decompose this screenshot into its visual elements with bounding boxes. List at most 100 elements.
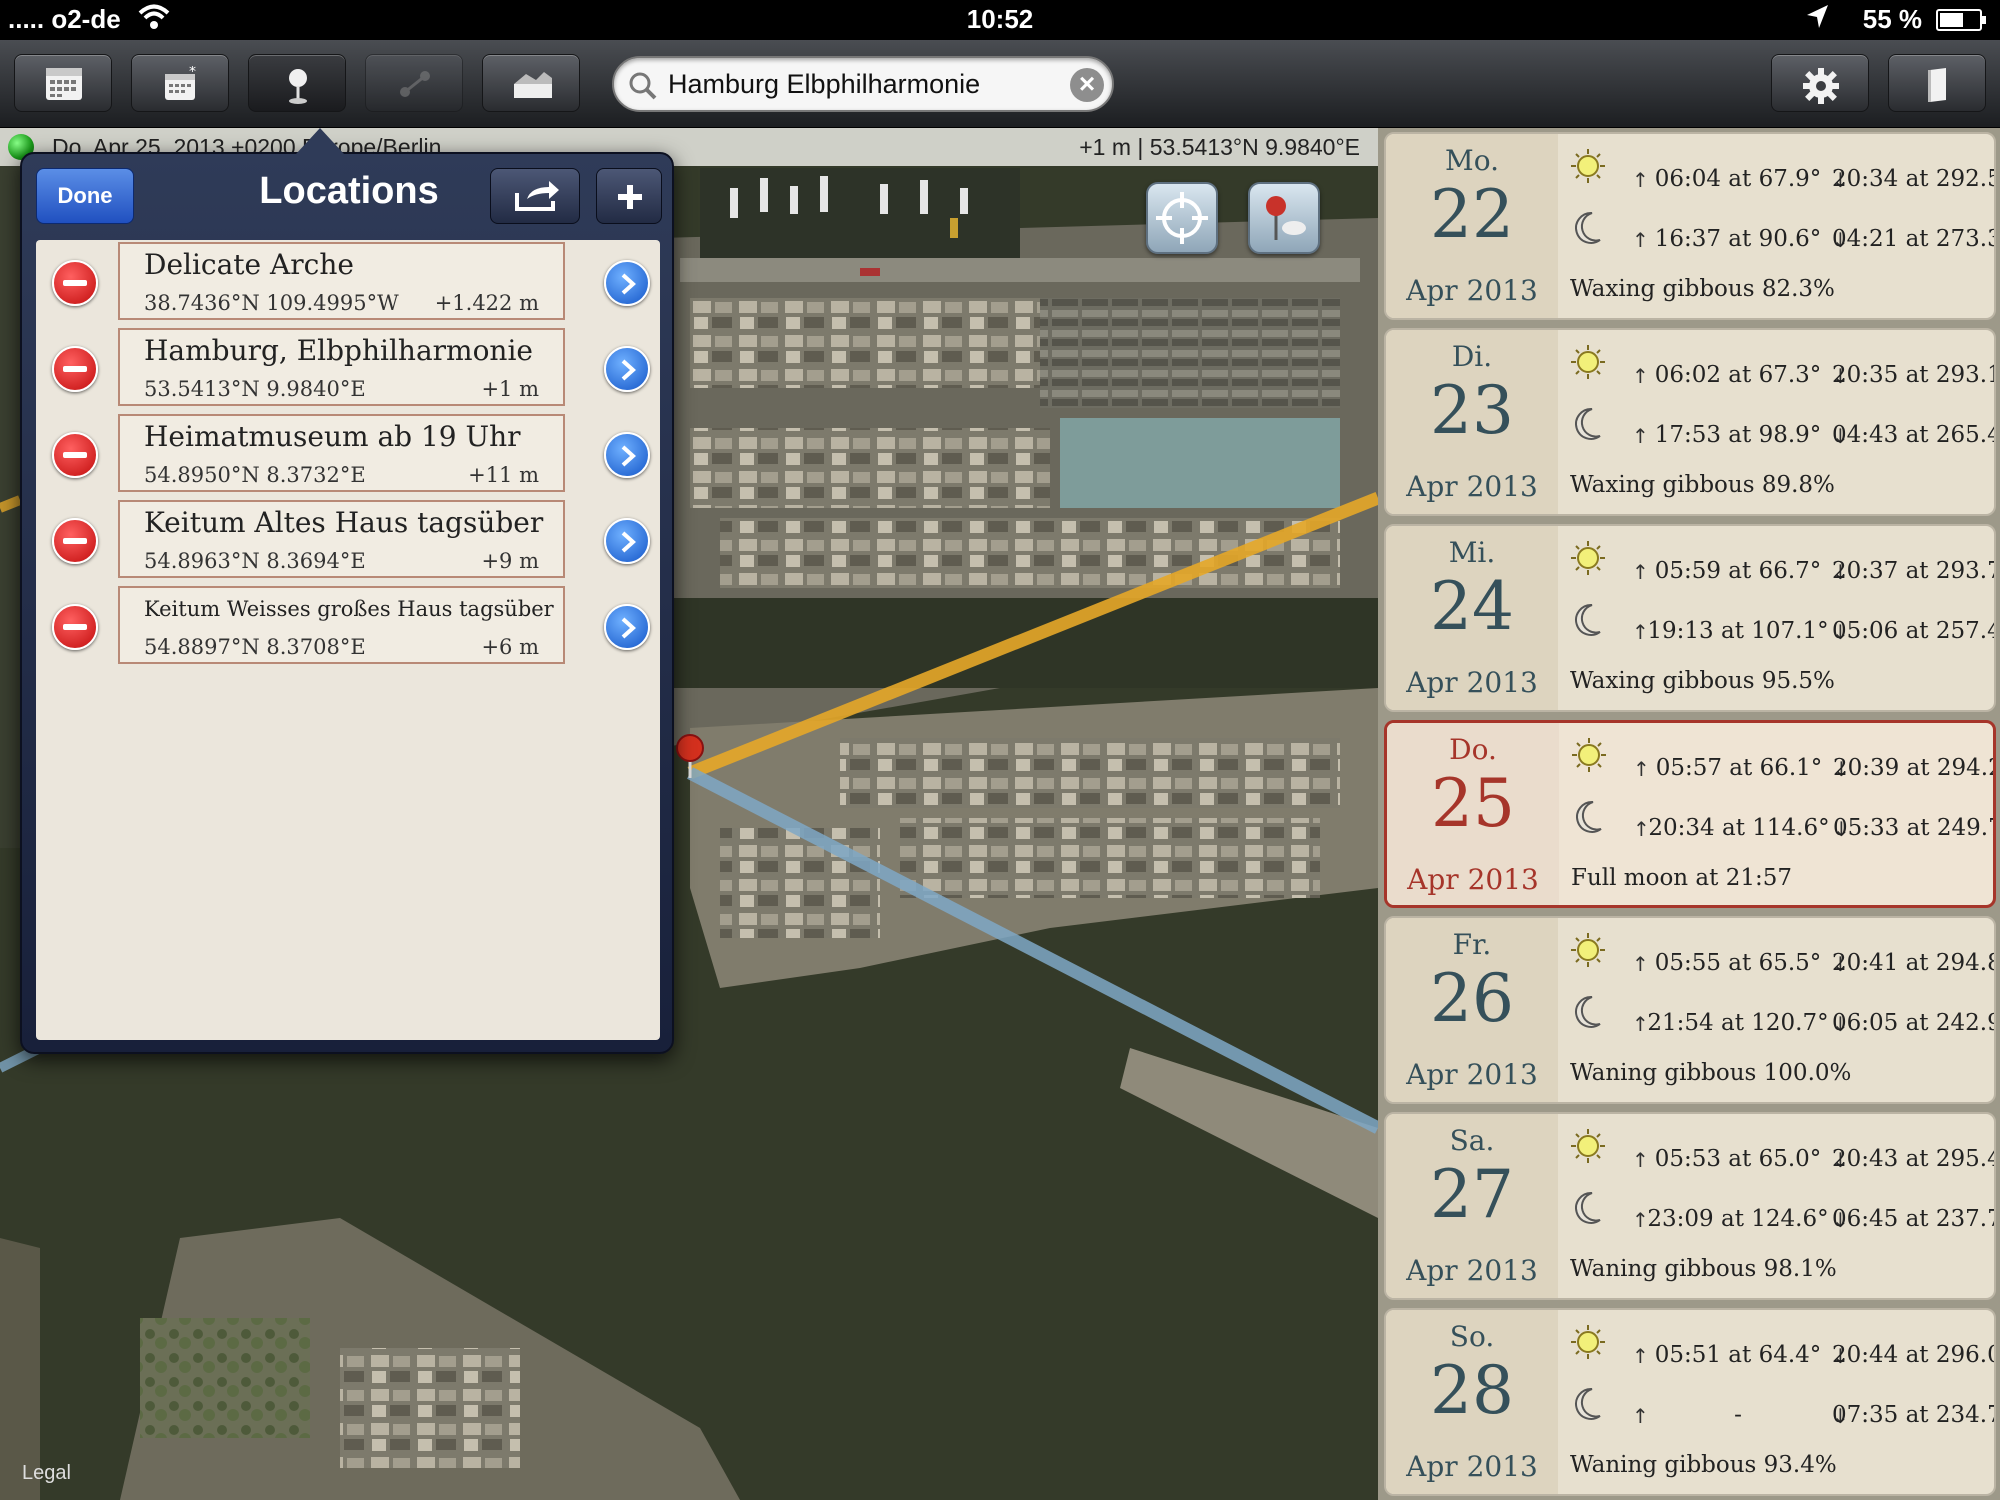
day-card[interactable]: Mo. 22 Apr 2013 ↑ 06:04 at 67.9° ↓ 20:34… — [1384, 132, 1996, 320]
day-number: 28 — [1430, 1352, 1514, 1429]
day-date-block: Mi. 24 Apr 2013 — [1386, 526, 1558, 710]
list-item[interactable]: Keitum Weisses großes Haus tagsüber 54.8… — [36, 584, 660, 670]
moonset-time: 06:45 at 237.7° — [1832, 1206, 1996, 1232]
list-item[interactable]: Keitum Altes Haus tagsüber 54.8963°N 8.3… — [36, 498, 660, 584]
route-icon — [400, 71, 430, 97]
disclosure-icon[interactable] — [604, 260, 650, 306]
list-item[interactable]: Hamburg, Elbphilharmonie 53.5413°N 9.984… — [36, 326, 660, 412]
location-card[interactable]: Keitum Weisses großes Haus tagsüber 54.8… — [118, 586, 565, 664]
locations-button[interactable] — [248, 54, 346, 112]
date-picker-button[interactable]: * — [131, 54, 229, 112]
day-card[interactable]: Fr. 26 Apr 2013 ↑ 05:55 at 65.5° ↓ 20:41… — [1384, 916, 1996, 1104]
sunrise-time: 05:59 at 66.7° — [1654, 558, 1822, 584]
sun-icon — [1571, 541, 1605, 575]
day-date-block: Fr. 26 Apr 2013 — [1386, 918, 1558, 1102]
list-item[interactable]: Heimatmuseum ab 19 Uhr 54.8950°N 8.3732°… — [36, 412, 660, 498]
toolbar: * × — [0, 40, 2000, 128]
moon-phase-label: Waning gibbous 98.1% — [1570, 1256, 1837, 1282]
book-icon — [1928, 68, 1946, 102]
locate-me-button[interactable] — [1146, 182, 1218, 254]
location-elevation: +1 m — [481, 377, 539, 401]
moon-icon — [1575, 995, 1601, 1028]
calendar-star-icon: * — [165, 66, 196, 100]
day-card[interactable]: Di. 23 Apr 2013 ↑ 06:02 at 67.3° ↓ 20:35… — [1384, 328, 1996, 516]
sunset-time: 20:35 at 293.1° — [1832, 362, 1996, 388]
moonrise-time: 23:09 at 124.6° — [1647, 1206, 1829, 1232]
pin-drop-icon — [1266, 196, 1306, 240]
horizon-button[interactable] — [482, 54, 580, 112]
delete-icon[interactable] — [52, 604, 98, 650]
locations-popover: Done Locations Delicate Arche 38.7436°N … — [20, 128, 674, 1054]
drop-pin-button[interactable] — [1248, 182, 1320, 254]
location-card[interactable]: Hamburg, Elbphilharmonie 53.5413°N 9.984… — [118, 328, 565, 406]
day-date-block: Sa. 27 Apr 2013 — [1386, 1114, 1558, 1298]
month-year-label: Apr 2013 — [1406, 470, 1538, 503]
pin-icon — [289, 69, 307, 104]
day-card[interactable]: Do. 25 Apr 2013 ↑ 05:57 at 66.1° ↓ 20:39… — [1384, 720, 1996, 908]
moonset-time: 05:06 at 257.4° — [1832, 618, 1996, 644]
delete-icon[interactable] — [52, 346, 98, 392]
svg-text:*: * — [189, 66, 196, 80]
disclosure-icon[interactable] — [604, 346, 650, 392]
disclosure-icon[interactable] — [604, 518, 650, 564]
day-date-block: So. 28 Apr 2013 — [1386, 1310, 1558, 1494]
day-number: 25 — [1431, 765, 1515, 842]
book-button[interactable] — [1888, 54, 1986, 112]
sunrise-time: 05:55 at 65.5° — [1654, 950, 1822, 976]
sun-icon — [1571, 1129, 1605, 1163]
day-card[interactable]: Sa. 27 Apr 2013 ↑ 05:53 at 65.0° ↓ 20:43… — [1384, 1112, 1996, 1300]
location-name: Keitum Weisses großes Haus tagsüber — [144, 597, 554, 621]
plus-icon — [618, 185, 642, 209]
legal-link[interactable]: Legal — [22, 1462, 71, 1485]
day-date-block: Mo. 22 Apr 2013 — [1386, 134, 1558, 318]
month-year-label: Apr 2013 — [1407, 863, 1539, 896]
route-button[interactable] — [365, 54, 463, 112]
list-item[interactable]: Delicate Arche 38.7436°N 109.4995°W +1.4… — [36, 240, 660, 326]
day-date-block: Do. 25 Apr 2013 — [1387, 723, 1559, 905]
sun-icon — [1571, 1325, 1605, 1359]
locations-list: Delicate Arche 38.7436°N 109.4995°W +1.4… — [36, 240, 660, 1040]
month-year-label: Apr 2013 — [1406, 666, 1538, 699]
location-elevation: +1.422 m — [434, 291, 539, 315]
location-card[interactable]: Heimatmuseum ab 19 Uhr 54.8950°N 8.3732°… — [118, 414, 565, 492]
moonrise-time: 17:53 at 98.9° — [1654, 422, 1822, 448]
search-input[interactable] — [668, 65, 1048, 103]
day-number: 22 — [1430, 176, 1514, 253]
sun-icon — [1571, 345, 1605, 379]
calendar-icon — [46, 68, 82, 100]
moon-phase-label: Waxing gibbous 89.8% — [1570, 472, 1835, 498]
sunset-time: 20:37 at 293.7° — [1832, 558, 1996, 584]
elevation-coordinates-label: +1 m | 53.5413°N 9.9840°E — [1079, 134, 1360, 160]
month-year-label: Apr 2013 — [1406, 1254, 1538, 1287]
location-elevation: +6 m — [481, 635, 539, 659]
location-name: Hamburg, Elbphilharmonie — [144, 334, 533, 367]
day-card[interactable]: So. 28 Apr 2013 ↑ 05:51 at 64.4° ↓ 20:44… — [1384, 1308, 1996, 1496]
disclosure-icon[interactable] — [604, 432, 650, 478]
settings-button[interactable] — [1771, 54, 1869, 112]
delete-icon[interactable] — [52, 260, 98, 306]
clear-search-icon[interactable]: × — [1070, 68, 1104, 102]
sunrise-time: 05:51 at 64.4° — [1654, 1342, 1822, 1368]
popover-arrow — [296, 128, 344, 154]
add-location-button[interactable] — [596, 168, 662, 224]
sun-icon — [1571, 933, 1605, 967]
sunset-time: 20:34 at 292.5° — [1832, 166, 1996, 192]
day-card[interactable]: Mi. 24 Apr 2013 ↑ 05:59 at 66.7° ↓ 20:37… — [1384, 524, 1996, 712]
sunset-time: 20:41 at 294.8° — [1832, 950, 1996, 976]
month-year-label: Apr 2013 — [1406, 1450, 1538, 1483]
moon-phase-label: Waning gibbous 100.0% — [1570, 1060, 1852, 1086]
moonrise-time: 20:34 at 114.6° — [1648, 815, 1830, 841]
weekday-label: Di. — [1451, 340, 1493, 373]
location-card[interactable]: Delicate Arche 38.7436°N 109.4995°W +1.4… — [118, 242, 565, 320]
search-bar[interactable]: × — [612, 56, 1114, 112]
delete-icon[interactable] — [52, 518, 98, 564]
location-card[interactable]: Keitum Altes Haus tagsüber 54.8963°N 8.3… — [118, 500, 565, 578]
sunrise-time: 06:04 at 67.9° — [1654, 166, 1822, 192]
share-button[interactable] — [490, 168, 580, 224]
sunset-time: 20:44 at 296.0° — [1832, 1342, 1996, 1368]
delete-icon[interactable] — [52, 432, 98, 478]
disclosure-icon[interactable] — [604, 604, 650, 650]
calendar-button[interactable] — [14, 54, 112, 112]
crosshair-icon — [1156, 192, 1208, 244]
day-number: 23 — [1430, 372, 1514, 449]
